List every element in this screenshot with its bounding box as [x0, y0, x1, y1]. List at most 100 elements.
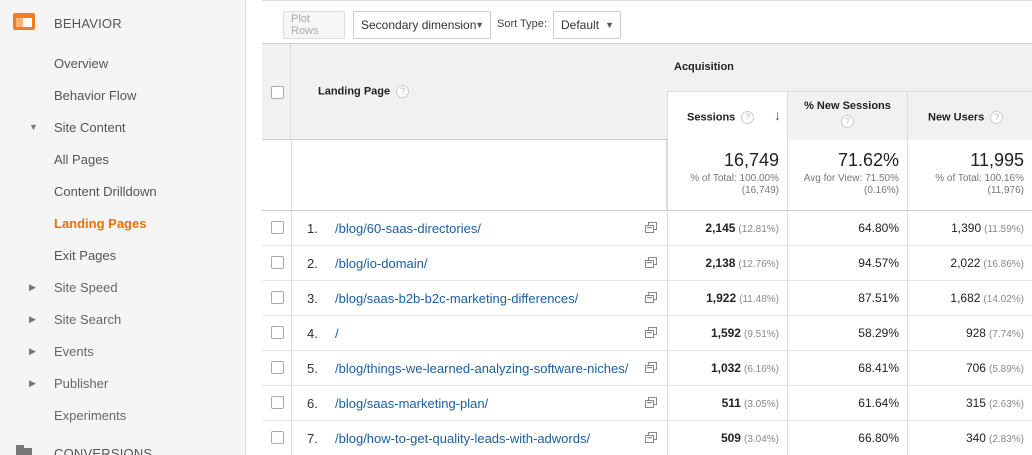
new-users-cell: 315 (2.63%): [907, 386, 1032, 421]
sort-type-dropdown[interactable]: Default ▼: [553, 11, 621, 39]
open-page-icon[interactable]: [645, 291, 657, 306]
new-sessions-cell: 94.57%: [787, 246, 907, 281]
new-users-cell: 928 (7.74%): [907, 316, 1032, 351]
behavior-icon: [13, 13, 35, 33]
select-all-checkbox[interactable]: [271, 86, 284, 99]
sidebar-item-site-speed[interactable]: ▶ Site Speed: [0, 271, 246, 303]
landing-page-link[interactable]: /blog/60-saas-directories/: [335, 221, 481, 236]
help-icon[interactable]: ?: [841, 115, 854, 128]
sessions-percent: (9.51%): [743, 329, 779, 340]
sessions-percent: (3.05%): [743, 399, 779, 410]
sidebar-item-landing-pages[interactable]: Landing Pages: [0, 207, 246, 239]
row-checkbox[interactable]: [271, 291, 284, 304]
row-number: 6.: [307, 396, 318, 411]
report-content: Plot Rows Secondary dimension ▼ Sort Typ…: [262, 0, 1032, 455]
table-row: 1. /blog/60-saas-directories/2,145 (12.81%…: [262, 211, 1032, 246]
sidebar-item-label: Content Drilldown: [54, 183, 157, 199]
sidebar-item-label: Events: [54, 343, 94, 359]
row-checkbox[interactable]: [271, 326, 284, 339]
section-behavior-label: BEHAVIOR: [54, 15, 122, 31]
new-users-cell: 340 (2.83%): [907, 421, 1032, 455]
totals-new-sessions: 71.62% Avg for View: 71.50% (0.16%): [787, 140, 907, 211]
open-page-icon[interactable]: [645, 361, 657, 376]
table-row: 5. /blog/things-we-learned-analyzing-soft…: [262, 351, 1032, 386]
sessions-header[interactable]: Sessions? ↓: [667, 92, 787, 140]
new-sessions-header[interactable]: % New Sessions ?: [787, 92, 907, 140]
sidebar-item-experiments[interactable]: Experiments: [0, 399, 246, 431]
caret-down-icon: ▼: [605, 20, 614, 30]
section-conversions[interactable]: CONVERSIONS: [0, 436, 246, 455]
new-sessions-cell: 58.29%: [787, 316, 907, 351]
row-number: 2.: [307, 256, 318, 271]
sessions-cell: 1,032 (6.16%): [667, 351, 787, 386]
landing-page-link[interactable]: /: [335, 326, 339, 341]
new-users-percent: (5.89%): [988, 364, 1024, 375]
new-users-percent: (2.63%): [988, 399, 1024, 410]
sessions-cell: 511 (3.05%): [667, 386, 787, 421]
row-checkbox[interactable]: [271, 256, 284, 269]
new-users-value: 315: [965, 396, 986, 410]
new-users-value: 928: [965, 326, 986, 340]
row-checkbox[interactable]: [271, 396, 284, 409]
totals-new-sessions-value: 71.62%: [837, 150, 899, 170]
sort-descending-icon[interactable]: ↓: [774, 107, 781, 123]
sidebar-item-events[interactable]: ▶ Events: [0, 335, 246, 367]
sidebar-item-label: Overview: [54, 55, 109, 71]
sessions-value: 511: [721, 396, 741, 410]
open-page-icon[interactable]: [645, 396, 657, 411]
landing-page-header[interactable]: Landing Page?: [291, 44, 667, 140]
open-page-icon[interactable]: [645, 326, 657, 341]
help-icon[interactable]: ?: [741, 111, 755, 124]
totals-new-users-sub1: % of Total: 100.16%: [935, 173, 1024, 184]
data-table: Landing Page? Acquisition Sessions? ↓ % …: [262, 43, 1032, 455]
sessions-percent: (12.81%): [738, 224, 779, 235]
landing-page-link[interactable]: /blog/io-domain/: [335, 256, 428, 271]
totals-sessions-value: 16,749: [723, 150, 779, 170]
sessions-value: 1,922: [706, 291, 737, 305]
landing-page-link[interactable]: /blog/saas-b2b-b2c-marketing-differences…: [335, 291, 578, 306]
totals-sessions-sub1: % of Total: 100.00%: [690, 173, 779, 184]
landing-page-link[interactable]: /blog/saas-marketing-plan/: [335, 396, 488, 411]
open-page-icon[interactable]: [645, 256, 657, 271]
section-behavior[interactable]: BEHAVIOR: [0, 6, 246, 40]
help-icon[interactable]: ?: [990, 111, 1004, 124]
row-checkbox[interactable]: [271, 431, 284, 444]
sidebar-item-content-drilldown[interactable]: Content Drilldown: [0, 175, 246, 207]
sessions-cell: 1,922 (11.48%): [667, 281, 787, 316]
sessions-cell: 2,138 (12.76%): [667, 246, 787, 281]
sidebar-item-behavior-flow[interactable]: Behavior Flow: [0, 79, 246, 111]
sessions-percent: (11.48%): [739, 294, 779, 305]
sidebar-item-all-pages[interactable]: All Pages: [0, 143, 246, 175]
landing-page-header-label: Landing Page?: [318, 85, 410, 98]
plot-rows-button[interactable]: Plot Rows: [283, 11, 345, 39]
landing-page-link[interactable]: /blog/how-to-get-quality-leads-with-adwo…: [335, 431, 590, 446]
totals-new-sessions-sub1: Avg for View: 71.50%: [803, 173, 899, 184]
secondary-dimension-dropdown[interactable]: Secondary dimension ▼: [353, 11, 491, 39]
sidebar-item-publisher[interactable]: ▶ Publisher: [0, 367, 246, 399]
new-users-cell: 1,390 (11.59%): [907, 211, 1032, 246]
row-checkbox[interactable]: [271, 221, 284, 234]
sidebar-item-label: Experiments: [54, 407, 127, 423]
section-conversions-label: CONVERSIONS: [54, 445, 153, 455]
new-users-cell: 2,022 (16.86%): [907, 246, 1032, 281]
sidebar-item-site-content[interactable]: ▼ Site Content: [0, 111, 246, 143]
sidebar-item-label: Landing Pages: [54, 215, 147, 231]
sidebar-item-overview[interactable]: Overview: [0, 47, 246, 79]
new-users-value: 706: [965, 361, 986, 375]
new-users-value: 1,682: [950, 291, 981, 305]
sidebar-item-label: Site Speed: [54, 279, 118, 295]
new-users-header[interactable]: New Users?: [907, 92, 1032, 140]
totals-new-users-value: 11,995: [970, 150, 1024, 170]
landing-page-link[interactable]: /blog/things-we-learned-analyzing-softwa…: [335, 361, 628, 376]
table-row: 2. /blog/io-domain/2,138 (12.76%) 94.57% 2,0…: [262, 246, 1032, 281]
sidebar-item-site-search[interactable]: ▶ Site Search: [0, 303, 246, 335]
acquisition-group-header: Acquisition: [667, 44, 1032, 92]
open-page-icon[interactable]: [645, 431, 657, 446]
select-all-cell: [262, 44, 291, 140]
sidebar-item-exit-pages[interactable]: Exit Pages: [0, 239, 246, 271]
row-checkbox[interactable]: [271, 361, 284, 374]
help-icon[interactable]: ?: [396, 85, 410, 98]
open-page-icon[interactable]: [645, 221, 657, 236]
sort-type-label: Sort Type:: [497, 18, 547, 30]
caret-right-icon: ▶: [29, 281, 36, 292]
